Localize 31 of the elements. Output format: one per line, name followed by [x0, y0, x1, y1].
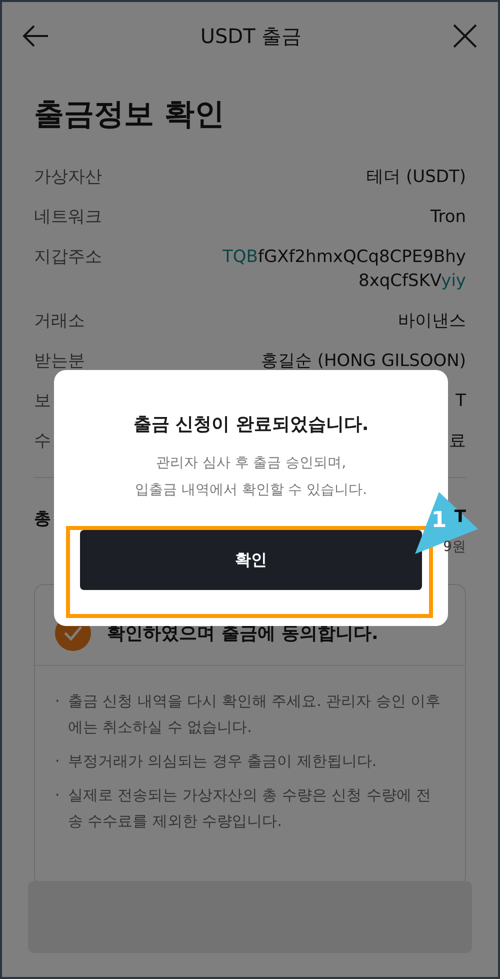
- detail-label: 네트워크: [34, 206, 102, 229]
- detail-label: 거래소: [34, 310, 85, 333]
- page-heading: 출금정보 확인: [34, 96, 226, 134]
- bullet: ·: [55, 751, 60, 772]
- detail-value: 테더 (USDT): [366, 166, 466, 189]
- confirm-button[interactable]: 확인: [80, 530, 422, 590]
- step-number: 1: [431, 508, 447, 533]
- bullet: ·: [55, 691, 60, 712]
- dialog-message: 관리자 심사 후 출금 승인되며, 입출금 내역에서 확인할 수 있습니다.: [134, 454, 368, 500]
- notice-text: 출금 신청 내역을 다시 확인해 주세요. 관리자 승인 이후에는 취소하실 수 없습니다.: [68, 691, 442, 738]
- total-label: 총: [34, 508, 51, 530]
- dialog-title: 출금 신청이 완료되었습니다.: [133, 413, 369, 436]
- detail-label: 지갑주소: [34, 246, 102, 269]
- bullet: ·: [55, 785, 60, 806]
- back-arrow-icon[interactable]: [22, 24, 50, 48]
- detail-label: 보: [34, 390, 51, 413]
- close-icon[interactable]: [452, 23, 478, 49]
- agree-label: 확인하였으며 출금에 동의합니다.: [107, 622, 378, 645]
- detail-label: 가상자산: [34, 166, 102, 189]
- notice-text: 부정거래가 의심되는 경우 출금이 제한됩니다.: [68, 751, 377, 772]
- detail-label: 수: [34, 430, 51, 453]
- notice-text: 실제로 전송되는 가상자산의 총 수량은 신청 수량에 전송 수수료를 제외한 수량입니다.: [68, 785, 432, 832]
- detail-value: 홍길순 (HONG GILSOON): [260, 350, 466, 373]
- detail-value: T: [454, 390, 466, 413]
- detail-value: 바이낸스: [397, 310, 466, 333]
- screen-title: USDT 출금: [200, 22, 302, 50]
- detail-value: 료: [448, 430, 466, 453]
- detail-label: 받는분: [34, 350, 85, 373]
- detail-value: Tron: [429, 206, 466, 229]
- detail-value: TQBfGXf2hmxQCq8CPE9Bhy8xqCfSKVyiy: [222, 246, 466, 293]
- total-value: T: [454, 507, 466, 529]
